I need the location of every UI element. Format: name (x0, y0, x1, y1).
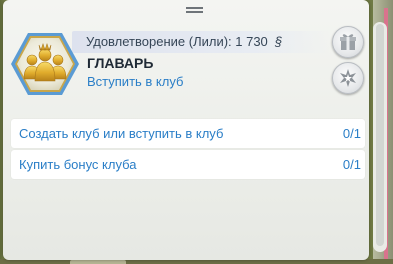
task-row[interactable]: Купить бонус клуба 0/1 (11, 150, 365, 179)
task-row[interactable]: Создать клуб или вступить в клуб 0/1 (11, 119, 365, 148)
gift-icon (340, 34, 356, 50)
task-progress: 0/1 (342, 157, 361, 172)
drag-handle-icon[interactable] (186, 7, 203, 13)
currency-icon: § (275, 34, 283, 49)
task-progress: 0/1 (342, 126, 361, 141)
star-burst-icon (340, 69, 356, 87)
rank-title: ГЛАВАРЬ (87, 55, 154, 71)
gift-button[interactable] (332, 26, 364, 58)
task-label: Купить бонус клуба (19, 157, 137, 172)
gold-group-leader-icon (11, 33, 79, 95)
task-label: Создать клуб или вступить в клуб (19, 126, 224, 141)
bottom-tab[interactable] (70, 260, 126, 264)
satisfaction-points: Удовлетворение (Лили): 1 730 (86, 34, 268, 49)
rank-subtitle: Вступить в клуб (87, 74, 184, 89)
star-button[interactable] (332, 62, 364, 94)
scrollbar-thumb[interactable] (376, 24, 384, 246)
